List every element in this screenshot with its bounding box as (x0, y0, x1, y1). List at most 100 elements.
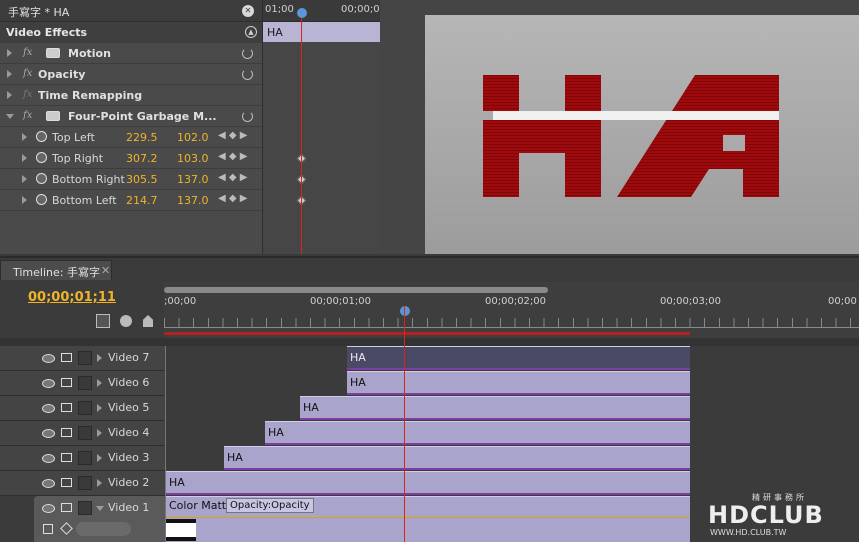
keyframe-nav-pill[interactable] (76, 522, 131, 536)
clip[interactable]: HA (265, 421, 690, 445)
track-name: Video 5 (108, 401, 150, 414)
reset-icon[interactable] (242, 48, 253, 59)
stopwatch-icon[interactable] (36, 131, 47, 142)
lock-toggle[interactable] (78, 451, 92, 465)
track-name: Video 2 (108, 476, 150, 489)
opacity-dropdown[interactable]: Opacity:Opacity (226, 498, 314, 513)
stopwatch-icon[interactable] (36, 152, 47, 163)
collapse-up-icon[interactable]: ▲ (245, 26, 257, 38)
reset-icon[interactable] (242, 111, 253, 122)
fx-icon[interactable]: fx (23, 68, 32, 79)
lock-toggle[interactable] (78, 401, 92, 415)
effect-controls-panel: 手寫字 * HA ✕ Video Effects ▲ fx Motion fx … (0, 0, 381, 254)
lock-toggle[interactable] (78, 476, 92, 490)
keyframe-nav[interactable]: ◀ ◆ ▶ (218, 151, 247, 162)
playhead-handle-icon[interactable] (400, 306, 410, 316)
motion-transform-icon[interactable] (46, 48, 60, 58)
video-effects-label: Video Effects (6, 26, 88, 39)
timeline-ruler[interactable]: ;00;00 00;00;01;00 00;00;02;00 00;00;03;… (164, 282, 859, 338)
playhead-handle-icon[interactable] (297, 8, 307, 18)
param-y-value[interactable]: 137.0 (177, 194, 209, 207)
effect-row-garbage-matte[interactable]: fx Four-Point Garbage M... (0, 106, 262, 127)
param-x-value[interactable]: 305.5 (126, 173, 158, 186)
set-marker-icon[interactable] (143, 315, 153, 327)
display-style-icon[interactable] (43, 524, 53, 534)
film-icon[interactable] (61, 378, 72, 387)
clip[interactable]: HA (347, 346, 690, 370)
expand-triangle-icon[interactable] (97, 354, 102, 362)
film-icon[interactable] (61, 353, 72, 362)
expand-triangle-icon[interactable] (97, 404, 102, 412)
timeline-tab[interactable]: Timeline: 手寫字 ✕ (0, 260, 112, 280)
effect-row-opacity[interactable]: fx Opacity (0, 64, 262, 85)
expand-triangle-icon[interactable] (22, 133, 27, 141)
keyframe-nav[interactable]: ◀ ◆ ▶ (218, 172, 247, 183)
fx-icon[interactable]: fx (23, 110, 32, 121)
expand-triangle-icon[interactable] (7, 91, 12, 99)
lock-toggle[interactable] (78, 426, 92, 440)
clip[interactable]: HA (224, 446, 690, 470)
eye-icon[interactable] (42, 404, 55, 413)
expand-triangle-icon[interactable] (7, 49, 12, 57)
expand-triangle-icon[interactable] (97, 379, 102, 387)
lock-toggle[interactable] (78, 351, 92, 365)
param-y-value[interactable]: 103.0 (177, 152, 209, 165)
eye-icon[interactable] (42, 454, 55, 463)
eye-icon[interactable] (42, 479, 55, 488)
eye-icon[interactable] (42, 379, 55, 388)
param-y-value[interactable]: 137.0 (177, 173, 209, 186)
clip[interactable]: HA (166, 471, 690, 495)
film-icon[interactable] (61, 478, 72, 487)
expand-triangle-icon[interactable] (7, 70, 12, 78)
expand-triangle-icon[interactable] (97, 454, 102, 462)
clip[interactable]: HA (347, 371, 690, 395)
stopwatch-icon[interactable] (36, 173, 47, 184)
param-x-value[interactable]: 214.7 (126, 194, 158, 207)
letter-a-counter (723, 135, 745, 151)
eye-icon[interactable] (42, 354, 55, 363)
expand-triangle-icon[interactable] (97, 429, 102, 437)
expand-triangle-icon[interactable] (22, 154, 27, 162)
snap-icon[interactable] (96, 314, 110, 328)
eye-icon[interactable] (42, 429, 55, 438)
collapse-triangle-icon[interactable] (96, 506, 104, 511)
stopwatch-icon[interactable] (36, 194, 47, 205)
keyframe-nav[interactable]: ◀ ◆ ▶ (218, 193, 247, 204)
clip[interactable]: HA (300, 396, 690, 420)
expand-triangle-icon[interactable] (22, 196, 27, 204)
effect-row-time-remapping[interactable]: fx Time Remapping (0, 85, 262, 106)
clip-label: HA (350, 351, 366, 364)
reset-icon[interactable] (242, 69, 253, 80)
param-x-value[interactable]: 229.5 (126, 131, 158, 144)
param-label: Top Right (52, 152, 104, 165)
expand-triangle-icon[interactable] (97, 479, 102, 487)
keyframe-nav[interactable]: ◀ ◆ ▶ (218, 130, 247, 141)
lock-toggle[interactable] (78, 376, 92, 390)
marker-icon[interactable] (120, 315, 132, 327)
fx-icon[interactable]: fx (23, 47, 32, 58)
lock-toggle[interactable] (78, 501, 92, 515)
close-tab-icon[interactable]: ✕ (101, 264, 110, 277)
film-icon[interactable] (61, 453, 72, 462)
keyframe-toggle-icon[interactable] (60, 522, 73, 535)
effect-controls-clip[interactable]: HA (263, 22, 381, 42)
expand-triangle-icon[interactable] (22, 175, 27, 183)
film-icon[interactable] (61, 503, 72, 512)
track-video-7: Video 7 HA (0, 346, 859, 371)
film-icon[interactable] (61, 403, 72, 412)
effect-controls-ruler[interactable]: 01;00 00;00;0 (263, 0, 381, 22)
transform-icon[interactable] (46, 111, 60, 121)
opacity-rubberband[interactable] (166, 517, 690, 518)
close-clip-icon[interactable]: ✕ (242, 5, 254, 17)
color-matte-clip[interactable]: Color Matte Opacity:Opacity (166, 496, 690, 542)
film-icon[interactable] (61, 428, 72, 437)
timecode-display[interactable]: 00;00;01;11 (28, 290, 116, 305)
work-area-bar[interactable] (164, 332, 690, 335)
param-y-value[interactable]: 102.0 (177, 131, 209, 144)
ruler-label: 00;00 (828, 296, 857, 307)
zoom-scrollbar[interactable] (164, 287, 548, 293)
effect-row-motion[interactable]: fx Motion (0, 43, 262, 64)
eye-icon[interactable] (42, 504, 55, 513)
param-x-value[interactable]: 307.2 (126, 152, 158, 165)
collapse-triangle-icon[interactable] (6, 114, 14, 119)
